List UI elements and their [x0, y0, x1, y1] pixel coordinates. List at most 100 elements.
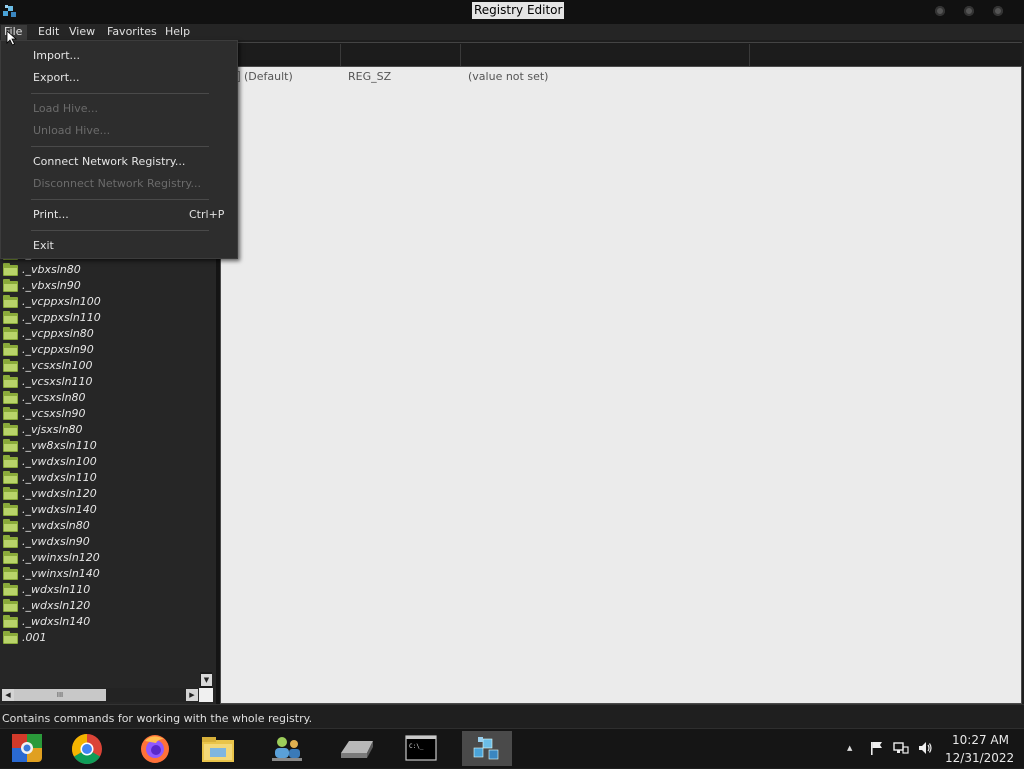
tree-item[interactable]: ._vcsxsln90: [0, 406, 200, 422]
tree-item[interactable]: ._wdxsln120: [0, 598, 200, 614]
action-center-flag-icon[interactable]: [869, 740, 885, 756]
menu-edit[interactable]: Edit: [38, 25, 59, 39]
tree-item[interactable]: ._vwdxsln140: [0, 502, 200, 518]
menu-help[interactable]: Help: [165, 25, 190, 39]
tree-item[interactable]: ._vwdxsln100: [0, 454, 200, 470]
tree-item[interactable]: ._vwdxsln110: [0, 470, 200, 486]
command-prompt-icon: C:\_: [405, 735, 437, 761]
mouse-cursor-icon: [6, 30, 18, 46]
tree-item[interactable]: ._vw8xsln110: [0, 438, 200, 454]
tree-item-label: ._wdxsln140: [22, 615, 91, 628]
column-divider[interactable]: [749, 44, 750, 66]
tree-item-label: ._vwdxsln120: [22, 487, 97, 500]
tree-item[interactable]: ._vcppxsln90: [0, 342, 200, 358]
scrollbar-corner: [199, 688, 213, 702]
tree-item-label: ._vwdxsln140: [22, 503, 97, 516]
window-title: Registry Editor: [472, 2, 565, 19]
taskbar-network-users[interactable]: [262, 731, 312, 766]
scroll-right-arrow-icon[interactable]: ▶: [186, 689, 198, 701]
menu-item-disconnect-network-registry[interactable]: Disconnect Network Registry...: [33, 177, 201, 190]
folder-icon: [3, 295, 18, 308]
menu-item-import[interactable]: Import...: [33, 49, 80, 62]
menu-item-export[interactable]: Export...: [33, 71, 80, 84]
menu-item-exit[interactable]: Exit: [33, 239, 54, 252]
folder-icon: [3, 311, 18, 324]
show-hidden-icons-button[interactable]: ▲: [847, 744, 852, 752]
drive-icon: [341, 741, 373, 758]
tree-item[interactable]: ._vbxsln80: [0, 262, 200, 278]
value-type: REG_SZ: [348, 70, 392, 83]
tree-item-label: ._vw8xsln110: [22, 439, 97, 452]
tree-list: ._stn90._vbxsln100._vbxsln110._vbxsln80.…: [0, 214, 200, 646]
tree-item[interactable]: ._vcsxsln80: [0, 390, 200, 406]
clock-time[interactable]: 10:27 AM: [952, 733, 1009, 747]
tree-item[interactable]: ._vbxsln90: [0, 278, 200, 294]
folder-icon: [3, 487, 18, 500]
tree-item[interactable]: ._wdxsln140: [0, 614, 200, 630]
tree-item-label: ._vbxsln90: [22, 279, 81, 292]
scroll-thumb[interactable]: III: [14, 689, 106, 701]
folder-icon: [3, 327, 18, 340]
menu-favorites[interactable]: Favorites: [107, 25, 157, 39]
menu-item-unload-hive[interactable]: Unload Hive...: [33, 124, 110, 137]
tree-item[interactable]: ._vwinxsln140: [0, 566, 200, 582]
tree-item[interactable]: ._vcsxsln100: [0, 358, 200, 374]
values-list[interactable]: [220, 66, 1022, 704]
tree-item-label: ._wdxsln120: [22, 599, 91, 612]
scroll-down-arrow-icon[interactable]: ▼: [201, 674, 212, 686]
cmd-prompt-glyph: C:\_: [409, 743, 424, 750]
tree-item[interactable]: ._vcppxsln100: [0, 294, 200, 310]
tree-item[interactable]: ._vcsxsln110: [0, 374, 200, 390]
menu-item-print[interactable]: Print...: [33, 208, 69, 221]
taskbar-drive[interactable]: [331, 731, 381, 766]
tree-item-label: ._vwinxsln140: [22, 567, 100, 580]
menu-item-load-hive[interactable]: Load Hive...: [33, 102, 98, 115]
tree-item[interactable]: ._wdxsln110: [0, 582, 200, 598]
folder-icon: [3, 375, 18, 388]
folder-icon: [3, 279, 18, 292]
column-divider[interactable]: [460, 44, 461, 66]
column-divider[interactable]: [340, 44, 341, 66]
tree-item-label: ._vwdxsln100: [22, 455, 97, 468]
folder-icon: [3, 599, 18, 612]
tree-item[interactable]: ._vwdxsln80: [0, 518, 200, 534]
taskbar-file-explorer[interactable]: [193, 731, 243, 766]
tree-item-label: ._vbxsln80: [22, 263, 81, 276]
tree-item-label: ._vcsxsln110: [22, 375, 93, 388]
folder-icon: [3, 439, 18, 452]
maximize-button[interactable]: [964, 6, 974, 16]
folder-icon: [3, 471, 18, 484]
tree-item[interactable]: ._vwdxsln90: [0, 534, 200, 550]
taskbar-firefox[interactable]: [130, 731, 180, 766]
folder-icon: [3, 519, 18, 532]
registry-editor-icon[interactable]: [2, 3, 18, 19]
scroll-left-arrow-icon[interactable]: ◀: [2, 689, 14, 701]
value-data: (value not set): [468, 70, 549, 83]
tree-item[interactable]: ._vwinxsln120: [0, 550, 200, 566]
registry-editor-icon: [473, 737, 499, 760]
tree-item[interactable]: ._vcppxsln80: [0, 326, 200, 342]
clock-date[interactable]: 12/31/2022: [945, 751, 1014, 765]
tree-item[interactable]: ._vjsxsln80: [0, 422, 200, 438]
tree-item-label: ._vcppxsln110: [22, 311, 101, 324]
menu-item-connect-network-registry[interactable]: Connect Network Registry...: [33, 155, 185, 168]
network-icon[interactable]: [893, 740, 909, 756]
folder-icon: [3, 583, 18, 596]
menu-separator: [31, 199, 209, 200]
taskbar-command-prompt[interactable]: C:\_: [396, 731, 446, 766]
taskbar-registry-editor[interactable]: [462, 731, 512, 766]
tree-item-label: ._vcsxsln90: [22, 407, 86, 420]
minimize-button[interactable]: [935, 6, 945, 16]
tree-item[interactable]: ._vcppxsln110: [0, 310, 200, 326]
taskbar-chrome[interactable]: [62, 731, 112, 766]
value-name[interactable]: (Default): [244, 70, 293, 83]
menu-separator: [31, 93, 209, 94]
folder-icon: [3, 391, 18, 404]
tree-item[interactable]: ._vwdxsln120: [0, 486, 200, 502]
folder-icon: [3, 551, 18, 564]
menu-view[interactable]: View: [69, 25, 95, 39]
close-button[interactable]: [993, 6, 1003, 16]
volume-icon[interactable]: [917, 740, 933, 756]
tree-item[interactable]: .001: [0, 630, 200, 646]
taskbar-control-panel[interactable]: [2, 731, 52, 766]
